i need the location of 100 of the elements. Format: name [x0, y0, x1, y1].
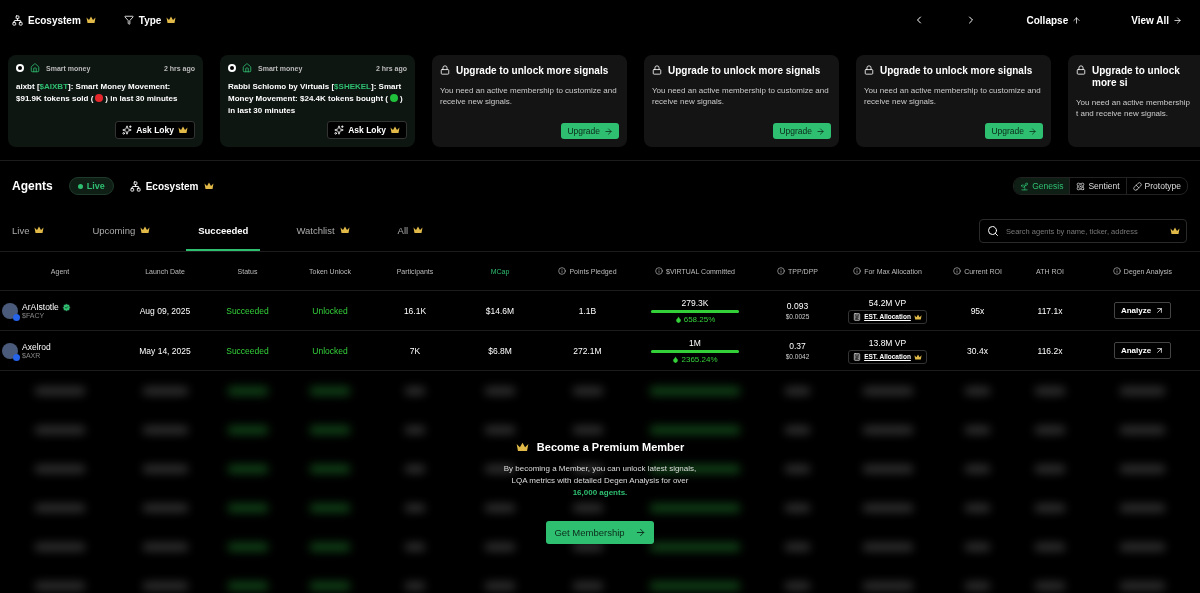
search-icon — [987, 225, 999, 237]
signal-text: aixbt [$AIXBT]: Smart Money Movement: $91.9K tokens sold ( ) in last 30 minutes — [16, 81, 179, 105]
table-cell: 13.8M VP — [868, 337, 907, 348]
section-title: Agents — [12, 179, 53, 193]
chain-icon — [13, 353, 20, 361]
crown-icon — [1170, 227, 1180, 235]
table-cell-text: Unlocked — [311, 345, 349, 356]
crown-icon — [413, 226, 424, 234]
lock-icon — [864, 65, 874, 75]
card-text: You need an active membership to customize and receive new signals. — [864, 85, 1042, 107]
card-text: You need an active membership t and receive new signals. — [1076, 97, 1191, 119]
sparkles-icon — [122, 125, 133, 135]
table-cell-text: Unlocked — [311, 305, 349, 316]
sparkles-icon — [334, 125, 345, 135]
crown-icon — [390, 126, 400, 134]
table-cell: 1M — [689, 337, 701, 348]
crown-icon — [166, 16, 177, 24]
arrow-right-icon — [1173, 15, 1182, 25]
table-cell-text: Aug 09, 2025 — [138, 305, 192, 316]
tab[interactable]: Upcoming — [80, 211, 163, 251]
type-toggle[interactable]: Prototype — [1125, 178, 1187, 194]
table-cell-text: Succeeded — [225, 305, 270, 316]
table-cell: 54.2M VP — [868, 297, 907, 308]
table-cell-text: Succeeded — [225, 345, 270, 356]
crown-icon — [913, 353, 922, 360]
filter-button[interactable]: Type — [123, 14, 177, 26]
arrow-right-icon — [604, 126, 613, 136]
ask-loky-button[interactable]: Ask Loky — [115, 121, 195, 139]
arrow-up-right-icon — [1155, 306, 1165, 315]
tab[interactable]: Succeeded — [186, 211, 261, 251]
table-cell-text: May 14, 2025 — [138, 345, 192, 356]
change-value: 658.25% — [683, 314, 716, 324]
premium-text: By becoming a Member, you can unlock latest signals, LQA metrics with detailed Degen Analysis for over 16,000 agents. — [502, 463, 698, 499]
table-cell-text: 1.1B — [577, 305, 598, 316]
live-badge: Live — [68, 177, 114, 195]
signal-text: Rabbi Schlomo by Virtuals [$SHEKEL]: Smart Money Movement: $24.4K tokens bought ( ) in last 30 minutes — [228, 81, 404, 117]
arrow-up-icon — [1072, 15, 1082, 25]
lock-icon — [440, 65, 450, 75]
info-icon — [953, 267, 962, 275]
table-cell-text: 95x — [969, 305, 986, 316]
atom-icon — [1076, 181, 1086, 191]
house-icon — [242, 63, 252, 73]
lock-icon — [1076, 65, 1086, 75]
card-title: Upgrade to unlock more signals — [456, 65, 609, 77]
calculator-icon — [853, 312, 862, 321]
tab[interactable]: Live — [0, 211, 57, 251]
pill-icon — [1132, 181, 1142, 191]
analyze-button[interactable]: Analyze — [1113, 342, 1172, 359]
agent-name: Axelrod — [22, 342, 51, 352]
collapse-button[interactable]: Collapse — [1020, 14, 1088, 26]
table-cell-text: 116.2x — [1036, 345, 1064, 356]
arrow-right-icon — [634, 527, 646, 538]
premium-title: Become a Premium Member — [536, 441, 685, 453]
info-icon — [777, 267, 785, 275]
info-icon — [853, 267, 862, 275]
network-icon — [129, 180, 141, 192]
token-icon — [16, 64, 24, 72]
analyze-button[interactable]: Analyze — [1113, 302, 1172, 319]
filter-button[interactable]: Ecosystem — [12, 14, 96, 26]
arrow-right-icon — [1028, 126, 1037, 136]
filter-icon — [123, 15, 134, 25]
get-membership-button[interactable]: Get Membership — [546, 521, 654, 544]
calculator-icon — [853, 352, 862, 361]
type-toggle[interactable]: Genesis — [1014, 178, 1070, 194]
view-all-button[interactable]: View All — [1125, 14, 1188, 26]
table-cell-text: 117.1x — [1036, 305, 1064, 316]
upgrade-button[interactable]: Upgrade — [773, 123, 831, 139]
network-icon — [12, 14, 23, 26]
house-icon — [30, 63, 40, 73]
crown-icon — [140, 226, 151, 234]
table-cell: 279.3K — [681, 297, 709, 308]
type-toggle[interactable]: Sentient — [1069, 178, 1126, 194]
arrow-right-icon — [816, 126, 825, 136]
table-cell: 0.093 — [786, 301, 809, 311]
crown-icon — [178, 126, 188, 134]
card-text: You need an active membership to customize and receive new signals. — [440, 85, 618, 107]
upgrade-button[interactable]: Upgrade — [561, 123, 619, 139]
info-icon — [655, 267, 664, 275]
drop-icon — [674, 315, 682, 323]
upgrade-button[interactable]: Upgrade — [985, 123, 1043, 139]
info-icon — [558, 267, 567, 275]
crown-icon — [34, 226, 45, 234]
ask-loky-button[interactable]: Ask Loky — [327, 121, 407, 139]
table-cell: 0.37 — [789, 341, 806, 351]
table-cell-text: 30.4x — [966, 345, 989, 356]
crown-icon — [339, 226, 350, 234]
crown-icon — [913, 313, 922, 320]
card-title: Upgrade to unlock more signals — [668, 65, 821, 77]
live-dot-icon — [77, 183, 83, 189]
crown-icon — [515, 442, 529, 452]
table-cell-text: 16.1K — [402, 305, 428, 316]
card-title: Upgrade to unlock more signals — [880, 65, 1033, 77]
sprout-icon — [1020, 181, 1030, 191]
tab[interactable]: All — [385, 211, 436, 251]
table-cell-text: 7K — [408, 345, 422, 356]
filter-button[interactable]: Ecosystem — [129, 180, 214, 192]
tab[interactable]: Watchlist — [284, 211, 362, 251]
crown-icon — [203, 182, 214, 190]
arrow-up-right-icon — [1155, 346, 1165, 355]
lock-icon — [652, 65, 662, 75]
